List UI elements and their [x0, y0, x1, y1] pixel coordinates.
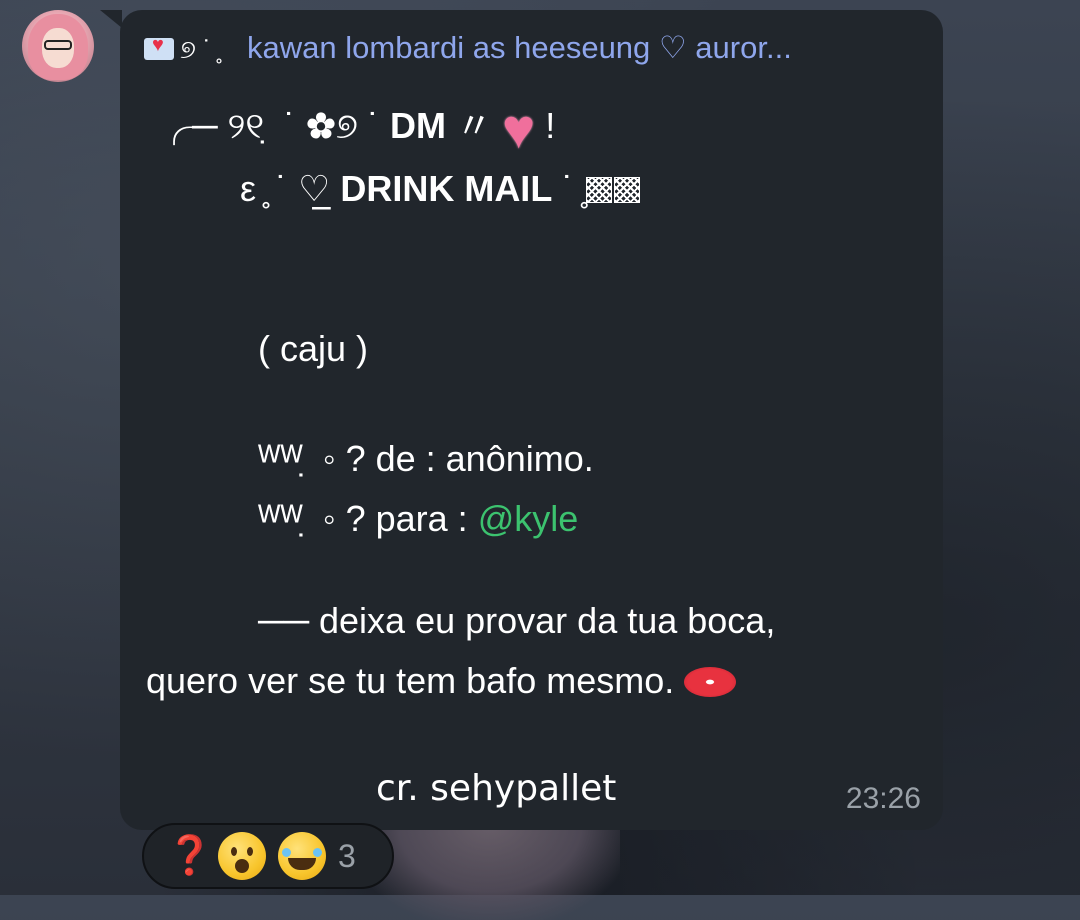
drink-mail-label: DRINK MAIL: [340, 168, 553, 209]
body-line-1: ── deixa eu provar da tua boca,: [258, 600, 776, 641]
to-line: ᵂᵂ ̣ ◦ ? para : @kyle: [258, 498, 579, 539]
sender-name: kawan lombardi as heeseung ♡ auror...: [247, 30, 792, 65]
dm-label: DM: [389, 105, 446, 146]
title-line-drink-mail: ε ̥ ˙ ♡̲ DRINK MAIL ˙ ̥: [240, 168, 641, 210]
checker-icon: [614, 177, 641, 203]
avatar[interactable]: [22, 10, 94, 82]
caju-line: ( caju ): [258, 328, 369, 369]
mention-link[interactable]: @kyle: [478, 498, 579, 539]
sender-name-row[interactable]: ୭ ˙ ̥kawan lombardi as heeseung ♡ auror.…: [144, 30, 792, 66]
reactions-bar[interactable]: ❓ 3: [142, 823, 394, 889]
title-line-dm: ╭─ ୨୧ ̣ ˙ ✿୭ ˙ DM 〃 ♥ !: [156, 97, 556, 160]
heart-icon: ♥: [501, 97, 536, 160]
body-line-2: quero ver se tu tem bafo mesmo.: [146, 660, 737, 702]
reaction-count: 3: [338, 837, 356, 874]
love-letter-icon: [144, 34, 174, 60]
message-time: 23:26: [845, 782, 921, 815]
credit-line: cr. sehypallet: [376, 768, 617, 809]
from-line: ᵂᵂ ̣ ◦ ? de : anônimo.: [258, 438, 594, 479]
bubble-tail: [100, 10, 122, 28]
surprised-face-icon[interactable]: [218, 832, 266, 880]
rolling-laughing-face-icon[interactable]: [278, 832, 326, 880]
message-bubble[interactable]: ୭ ˙ ̥kawan lombardi as heeseung ♡ auror.…: [120, 10, 943, 830]
checker-icon: [586, 177, 613, 203]
question-mark-icon[interactable]: ❓: [166, 834, 213, 878]
lips-icon: [684, 667, 737, 697]
